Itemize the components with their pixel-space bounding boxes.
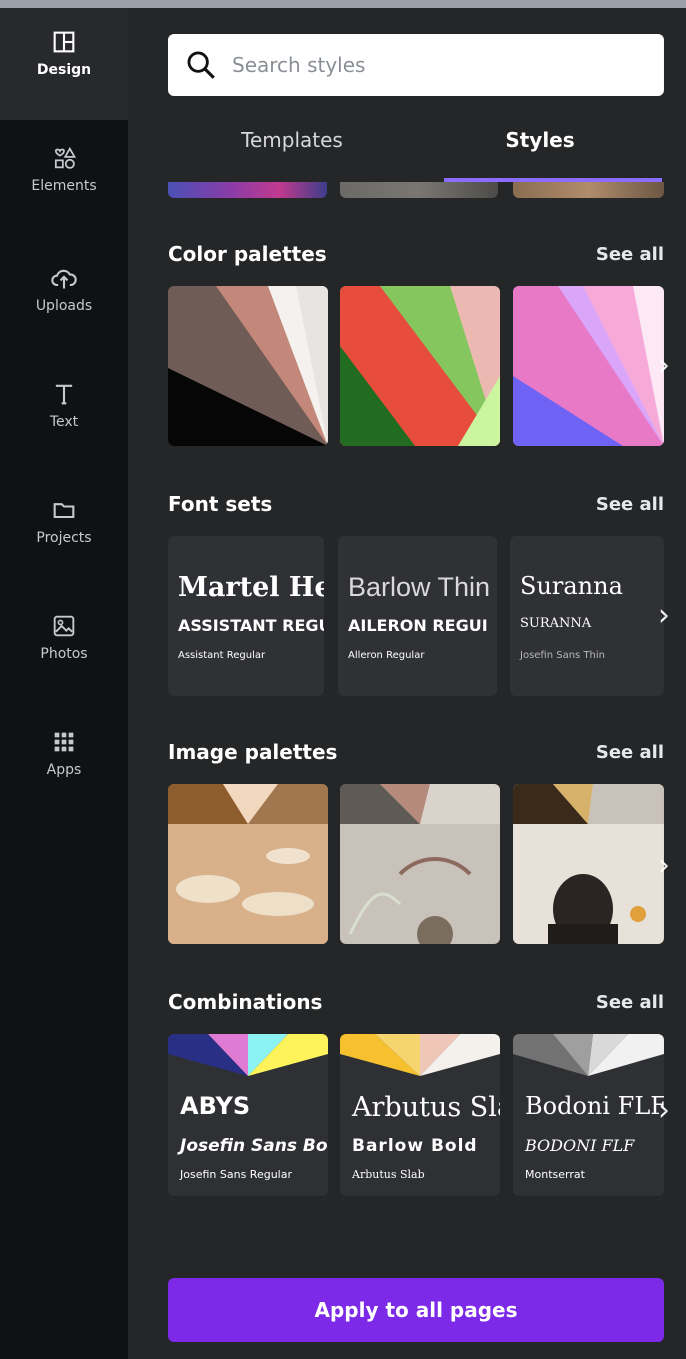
image-palette-preview — [340, 784, 500, 944]
search-icon — [187, 51, 215, 79]
image-palette-card[interactable] — [168, 784, 328, 944]
sidebar-item-label: Design — [36, 62, 92, 78]
image-palette-card[interactable] — [513, 784, 664, 944]
font-set-body: Alleron Regular — [348, 650, 425, 661]
thumbnail-strip — [168, 182, 327, 198]
combination-subtitle: Barlow Bold — [352, 1136, 478, 1156]
previous-row-thumbnails — [168, 182, 664, 198]
combination-subtitle: Josefin Sans Bol — [180, 1136, 328, 1156]
tab-styles[interactable]: Styles — [416, 128, 664, 152]
sidebar-item-label: Text — [49, 414, 79, 430]
combination-subtitle: BODONI FLF — [525, 1136, 635, 1155]
font-sets-next-chevron-icon[interactable]: › — [650, 601, 678, 631]
color-palette-card[interactable] — [513, 286, 664, 446]
upload-cloud-icon — [51, 269, 77, 289]
photo-icon — [53, 615, 75, 637]
thumbnail-strip — [340, 182, 498, 198]
font-set-subtitle: ASSISTANT REGU — [178, 616, 324, 635]
folder-icon — [53, 503, 75, 519]
font-set-body: Josefin Sans Thin — [520, 650, 606, 661]
combination-title: Arbutus Sla — [352, 1092, 500, 1123]
tab-bar: Templates Styles — [168, 128, 664, 182]
tab-templates[interactable]: Templates — [168, 128, 416, 152]
combination-card[interactable]: Arbutus Sla Barlow Bold Arbutus Slab — [340, 1034, 500, 1196]
sidebar-item-design[interactable]: Design — [0, 28, 128, 78]
image-palette-preview — [513, 784, 664, 944]
apply-to-all-pages-button[interactable]: Apply to all pages — [168, 1278, 664, 1342]
sidebar-item-apps[interactable]: Apps — [0, 728, 128, 778]
font-set-card[interactable]: Martel He ASSISTANT REGU Assistant Regul… — [168, 536, 324, 696]
image-palette-preview — [168, 784, 328, 944]
sidebar-item-label: Elements — [31, 178, 97, 194]
sidebar-item-elements[interactable]: Elements — [0, 144, 128, 194]
thumbnail-strip — [513, 182, 664, 198]
color-palette-card[interactable] — [340, 286, 500, 446]
sidebar-item-projects[interactable]: Projects — [0, 496, 128, 546]
combination-swatch — [168, 1034, 328, 1076]
sidebar-item-uploads[interactable]: Uploads — [0, 264, 128, 314]
combination-swatch — [340, 1034, 500, 1076]
text-icon — [55, 384, 73, 405]
combinations-see-all-link[interactable]: See all — [596, 992, 664, 1013]
combination-swatch — [513, 1034, 664, 1076]
search-placeholder: Search styles — [232, 53, 366, 77]
color-palette-card[interactable] — [168, 286, 328, 446]
app-root: Design Elements Uploads Text Projects Ph… — [0, 0, 686, 1359]
combination-title: Bodoni FLF — [525, 1092, 664, 1120]
sidebar-item-label: Photos — [40, 646, 88, 662]
image-palette-card[interactable] — [340, 784, 500, 944]
image-palettes-see-all-link[interactable]: See all — [596, 742, 664, 763]
palette-swatch — [513, 286, 664, 446]
grid-icon — [54, 732, 74, 752]
sidebar-item-label: Projects — [36, 530, 92, 546]
image-palettes-title: Image palettes — [168, 740, 338, 764]
combination-body: Montserrat — [525, 1168, 585, 1181]
search-input[interactable]: Search styles — [168, 34, 664, 96]
combination-title: ABYS — [180, 1092, 251, 1120]
font-set-title: Martel He — [178, 572, 324, 603]
font-set-subtitle: AILERON REGUI — [348, 616, 488, 635]
sidebar-item-label: Uploads — [35, 298, 93, 314]
combinations-next-chevron-icon[interactable]: › — [650, 1096, 678, 1126]
top-bar — [0, 0, 686, 8]
combinations-title: Combinations — [168, 990, 323, 1014]
palette-swatch — [168, 286, 328, 446]
color-palettes-title: Color palettes — [168, 242, 327, 266]
layout-icon — [53, 31, 75, 53]
image-palettes-next-chevron-icon[interactable]: › — [650, 851, 678, 881]
font-set-subtitle: SURANNA — [520, 616, 592, 631]
sidebar-item-photos[interactable]: Photos — [0, 612, 128, 662]
sidebar-item-label: Apps — [46, 762, 82, 778]
shapes-icon — [54, 146, 77, 169]
font-set-title: Barlow Thin — [348, 572, 491, 602]
sidebar-item-text[interactable]: Text — [0, 380, 128, 430]
color-palettes-see-all-link[interactable]: See all — [596, 244, 664, 265]
font-set-card[interactable]: Barlow Thin AILERON REGUI Alleron Regula… — [338, 536, 497, 696]
font-sets-see-all-link[interactable]: See all — [596, 494, 664, 515]
combination-body: Josefin Sans Regular — [180, 1168, 292, 1181]
combination-card[interactable]: ABYS Josefin Sans Bol Josefin Sans Regul… — [168, 1034, 328, 1196]
font-set-body: Assistant Regular — [178, 650, 266, 661]
combination-card[interactable]: Bodoni FLF BODONI FLF Montserrat — [513, 1034, 664, 1196]
palette-swatch — [340, 286, 500, 446]
font-set-card[interactable]: Suranna SURANNA Josefin Sans Thin — [510, 536, 664, 696]
font-sets-title: Font sets — [168, 492, 273, 516]
left-sidebar — [0, 8, 128, 1359]
combination-body: Arbutus Slab — [352, 1168, 425, 1181]
color-palettes-next-chevron-icon[interactable]: › — [650, 351, 678, 381]
font-set-title: Suranna — [520, 572, 623, 600]
